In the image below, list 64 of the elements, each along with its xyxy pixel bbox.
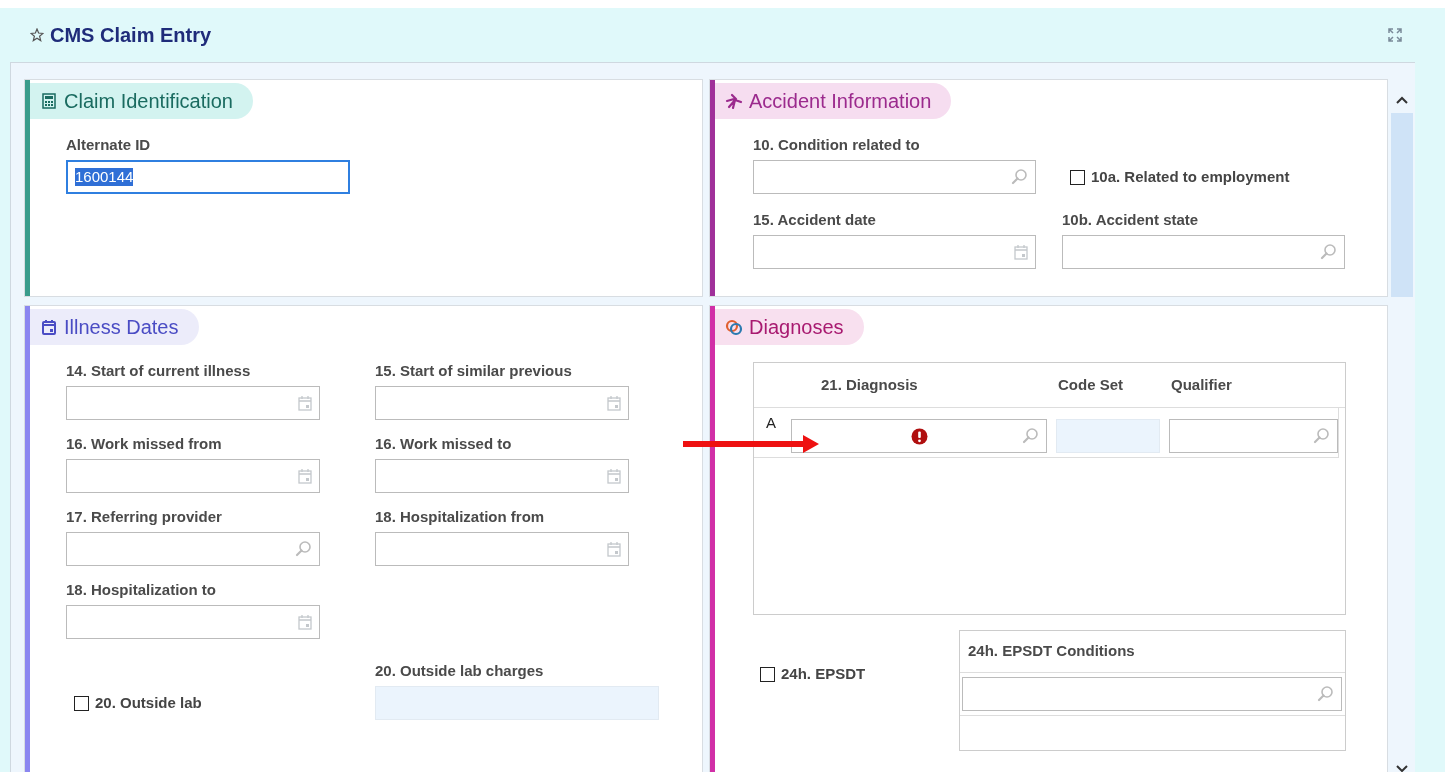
field-label: Alternate ID (66, 136, 152, 154)
date-field[interactable] (66, 605, 320, 639)
lookup-field[interactable] (753, 160, 1036, 194)
box-title: 24h. EPSDT Conditions (968, 641, 1135, 662)
linked-rings-icon (725, 318, 743, 336)
window-title: CMS Claim Entry (50, 23, 212, 48)
search-icon[interactable] (1316, 685, 1334, 703)
date-field[interactable] (66, 459, 320, 493)
field-label: 14. Start of current illness (66, 362, 252, 380)
checkbox[interactable] (74, 695, 89, 711)
search-icon[interactable] (294, 540, 312, 558)
column-header: Code Set (1058, 374, 1124, 395)
calendar-icon (40, 318, 58, 336)
lookup-field[interactable] (962, 677, 1342, 711)
date-field[interactable] (66, 386, 320, 420)
scroll-up-icon[interactable] (1395, 95, 1409, 105)
row-label: A (765, 414, 777, 432)
field-label: 18. Hospitalization to (66, 581, 217, 599)
section-title: Illness Dates (64, 315, 179, 340)
checkbox[interactable] (1070, 169, 1085, 185)
readonly-field[interactable] (1056, 419, 1161, 453)
column-header: 21. Diagnosis (821, 374, 919, 395)
checkbox-label: 24h. EPSDT (781, 664, 866, 684)
calculator-icon (40, 92, 58, 110)
expand-icon[interactable] (1387, 27, 1403, 43)
readonly-field[interactable] (375, 686, 659, 720)
field-label: 16. Work missed to (375, 435, 513, 453)
calendar-icon[interactable] (298, 468, 312, 484)
checkbox-label: 10a. Related to employment (1091, 166, 1290, 187)
lookup-field[interactable] (790, 419, 1048, 453)
field-label: 18. Hospitalization from (375, 508, 546, 526)
field-label: 16. Work missed from (66, 435, 223, 453)
field-label: 20. Outside lab charges (375, 662, 545, 680)
search-icon[interactable] (1312, 427, 1330, 445)
search-icon[interactable] (1010, 168, 1028, 186)
calendar-icon[interactable] (607, 395, 621, 411)
date-field[interactable] (375, 459, 629, 493)
lookup-field[interactable] (1169, 419, 1338, 453)
date-field[interactable] (375, 532, 629, 566)
calendar-icon[interactable] (607, 541, 621, 557)
date-field[interactable] (753, 235, 1036, 269)
checkbox[interactable] (760, 666, 775, 682)
search-icon[interactable] (1319, 243, 1337, 261)
field-label: 15. Accident date (753, 211, 877, 229)
field-label: 10b. Accident state (1062, 211, 1200, 229)
date-field[interactable] (375, 386, 629, 420)
field-label: 17. Referring provider (66, 508, 223, 526)
field-label: 15. Start of similar previous (375, 362, 573, 380)
checkbox-label: 20. Outside lab (95, 692, 202, 713)
scroll-down-icon[interactable] (1395, 764, 1409, 772)
lookup-field[interactable] (66, 532, 320, 566)
search-icon[interactable] (1021, 427, 1040, 445)
input-field[interactable]: 1600144 (66, 160, 350, 194)
section-title: Claim Identification (64, 89, 233, 114)
section-title: Accident Information (749, 89, 932, 114)
lookup-field[interactable] (1062, 235, 1345, 269)
calendar-icon[interactable] (298, 614, 312, 630)
scrollbar-thumb[interactable] (1391, 113, 1413, 297)
calendar-icon[interactable] (1014, 244, 1028, 260)
field-label: 10. Condition related to (753, 136, 921, 154)
calendar-icon[interactable] (607, 468, 621, 484)
column-header: Qualifier (1171, 374, 1233, 395)
calendar-icon[interactable] (298, 395, 312, 411)
section-title: Diagnoses (749, 315, 844, 340)
